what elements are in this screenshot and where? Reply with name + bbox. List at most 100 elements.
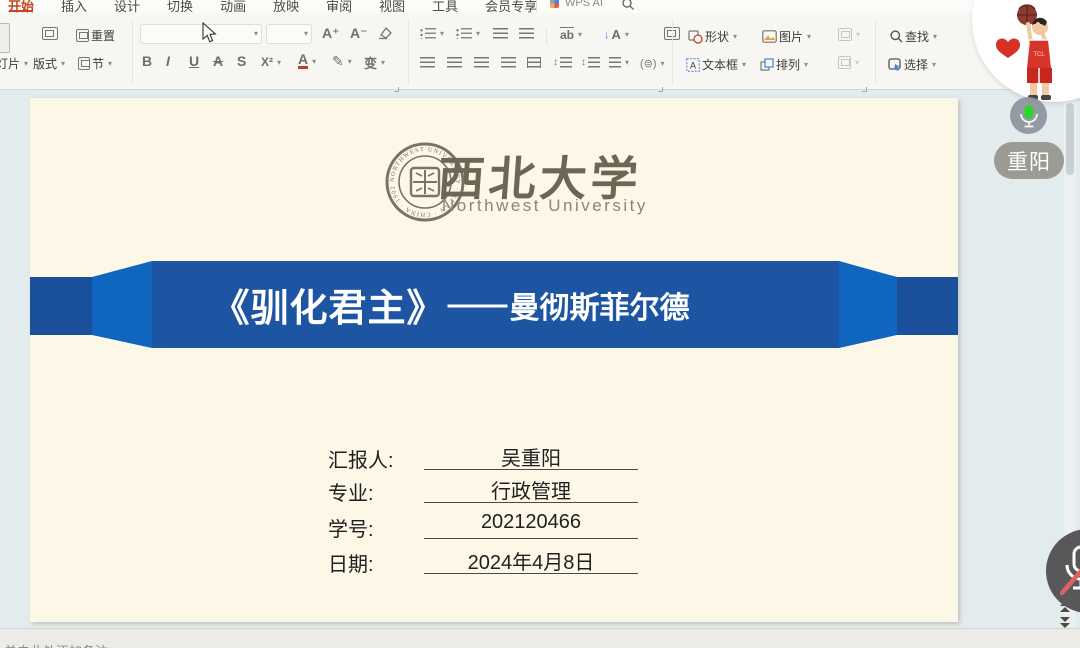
microphone-on-icon — [1018, 104, 1040, 128]
microphone-button[interactable] — [1010, 97, 1047, 134]
wps-ai-icon[interactable] — [550, 0, 559, 8]
picture-icon — [762, 30, 777, 43]
tab-design[interactable]: 设计 — [114, 0, 140, 15]
line-spacing-up-icon[interactable]: ↕ — [553, 57, 572, 68]
font-family-select[interactable]: ▾ — [140, 24, 262, 44]
mini-divider — [546, 29, 547, 45]
reset-button[interactable]: 重置 — [76, 27, 115, 44]
text-direction-button[interactable]: ab▾ — [560, 27, 582, 42]
university-name-en: Northwest University — [442, 196, 648, 216]
decrease-indent-icon[interactable] — [493, 28, 508, 39]
notes-placeholder: 单击此处添加备注 — [4, 641, 108, 648]
participant-name: 重阳 — [1007, 146, 1051, 176]
slide-canvas[interactable]: NORTHWEST UNIVERSITY · XI'AN · CHINA · 1… — [30, 98, 958, 622]
justify-icon[interactable] — [501, 57, 516, 68]
paste-button[interactable] — [0, 23, 10, 53]
decrease-font-button[interactable]: A⁻ — [350, 25, 368, 42]
reset-icon — [76, 29, 89, 42]
stamp-tool-button[interactable]: ▾ — [838, 28, 860, 41]
group-divider — [672, 21, 673, 83]
superscript-button[interactable]: X²▾ — [261, 55, 281, 69]
layout-button[interactable]: 版式▾ — [33, 55, 65, 72]
microphone-muted-icon — [1060, 545, 1080, 597]
text-effect-button[interactable]: 变▾ — [364, 53, 385, 72]
mouse-cursor — [202, 22, 217, 43]
find-button[interactable]: 查找▾ — [890, 28, 937, 45]
wps-ai-button[interactable]: WPS AI — [565, 0, 603, 9]
align-left-icon[interactable] — [420, 57, 435, 68]
new-slide-button[interactable]: 幻灯片▾ — [0, 55, 28, 72]
menu-divider — [536, 2, 537, 12]
next-slide-button[interactable] — [1058, 617, 1072, 629]
shapes-icon — [688, 30, 703, 44]
tab-slideshow[interactable]: 放映 — [273, 0, 299, 15]
vertical-text-button[interactable]: ↓A▾ — [604, 27, 629, 42]
slide-title[interactable]: 《驯化君主》 —— 曼彻斯菲尔德 — [107, 261, 794, 348]
field-row-reporter[interactable]: 汇报人: 吴重阳 — [328, 442, 648, 470]
field-label: 汇报人: — [328, 444, 394, 473]
select-icon — [888, 58, 902, 71]
search-icon[interactable] — [622, 0, 634, 11]
slide-layout-icon[interactable] — [42, 27, 58, 40]
field-label: 专业: — [328, 477, 374, 506]
tab-insert[interactable]: 插入 — [61, 0, 87, 15]
line-spacing-down-icon[interactable]: ↕ — [581, 57, 600, 68]
group-divider — [408, 21, 409, 83]
scrollbar-thumb[interactable] — [1066, 103, 1074, 175]
align-right-icon[interactable] — [474, 57, 489, 68]
insert-group-expander[interactable] — [862, 87, 867, 92]
merge-shapes-button[interactable]: ▾ — [838, 56, 859, 69]
strikethrough-button[interactable]: A — [213, 53, 223, 69]
textbox-button[interactable]: A 文本框▾ — [686, 56, 746, 73]
section-icon — [78, 57, 90, 70]
field-row-major[interactable]: 专业: 行政管理 — [328, 475, 648, 503]
textbox-icon: A — [686, 58, 700, 72]
font-color-button[interactable]: A▾ — [298, 53, 316, 69]
arrange-button[interactable]: 排列▾ — [760, 56, 808, 73]
tab-view[interactable]: 视图 — [379, 0, 405, 15]
tab-member[interactable]: 会员专享 — [485, 0, 537, 15]
clear-format-icon[interactable] — [377, 26, 393, 40]
group-divider — [132, 21, 133, 83]
section-button[interactable]: 节▾ — [78, 55, 112, 72]
svg-text:A: A — [690, 60, 696, 70]
distribute-icon[interactable] — [527, 57, 541, 68]
shapes-button[interactable]: 形状▾ — [688, 28, 737, 45]
tab-home[interactable]: 开始 — [8, 0, 34, 15]
increase-font-button[interactable]: A⁺ — [322, 25, 340, 42]
find-icon — [890, 30, 903, 43]
italic-button[interactable]: I — [166, 53, 170, 69]
bullet-list-button[interactable]: ▾ — [420, 28, 444, 39]
field-row-student-id[interactable]: 学号: 202120466 — [328, 511, 648, 539]
field-label: 学号: — [328, 513, 374, 542]
font-size-select[interactable]: ▾ — [266, 24, 312, 44]
paragraph-layout-button[interactable]: (⊜)▾ — [640, 57, 665, 70]
basketball-player-illustration: TCL — [994, 2, 1066, 102]
select-button[interactable]: 选择▾ — [888, 56, 936, 73]
bold-button[interactable]: B — [142, 53, 152, 69]
title-book-name: 《驯化君主》 — [211, 277, 445, 332]
field-row-date[interactable]: 日期: 2024年4月8日 — [328, 546, 648, 574]
field-value: 吴重阳 — [424, 442, 638, 470]
text-shadow-button[interactable]: S — [237, 53, 246, 69]
numbered-list-button[interactable]: ▾ — [456, 28, 480, 39]
participant-name-badge[interactable]: 重阳 — [994, 142, 1064, 179]
field-label: 日期: — [328, 548, 374, 577]
tab-transition[interactable]: 切换 — [167, 0, 193, 15]
arrange-icon — [760, 58, 774, 71]
app-window: 开始 插入 设计 切换 动画 放映 审阅 视图 工具 会员专享 WPS AI 重… — [0, 0, 1080, 648]
svg-text:TCL: TCL — [1033, 52, 1045, 58]
paragraph-group-expander[interactable] — [658, 87, 663, 92]
tab-review[interactable]: 审阅 — [326, 0, 352, 15]
font-group-expander[interactable] — [394, 87, 399, 92]
align-center-icon[interactable] — [447, 57, 462, 68]
tab-tools[interactable]: 工具 — [432, 0, 458, 15]
increase-indent-icon[interactable] — [519, 28, 534, 39]
ribbon-toolbar: 重置 幻灯片▾ 版式▾ 节▾ ▾ ▾ A⁺ A⁻ B I U A S X²▾ A… — [0, 13, 1080, 90]
tab-animation[interactable]: 动画 — [220, 0, 246, 15]
notes-bar[interactable]: 单击此处添加备注 — [0, 628, 1080, 648]
picture-button[interactable]: 图片▾ — [762, 28, 811, 45]
line-spacing-button[interactable]: ▾ — [609, 57, 629, 68]
underline-button[interactable]: U — [189, 53, 199, 69]
highlight-button[interactable]: ✎▾ — [332, 53, 352, 70]
